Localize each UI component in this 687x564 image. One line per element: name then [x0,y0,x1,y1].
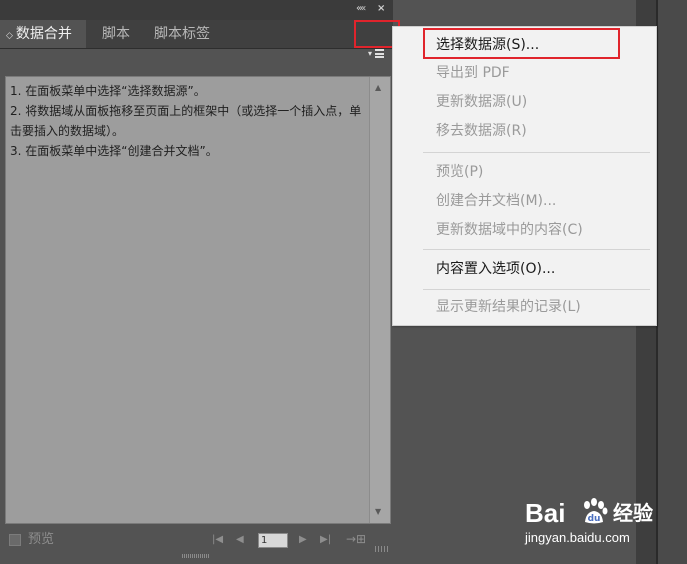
svg-text:du: du [588,514,601,524]
panel-menu-button[interactable]: ▾ [367,47,385,61]
highlight-annotation [423,28,620,59]
menu-separator [423,152,650,153]
tab-script-label[interactable]: 脚本标签 [146,20,218,48]
baidu-paw-icon: du [584,498,608,524]
preview-checkbox[interactable] [9,534,21,546]
menu-item-show-update-log[interactable]: 显示更新结果的记录(L) [436,295,581,319]
background-stripe [658,0,687,564]
panel-flyout-menu: 选择数据源(S)... 导出到 PDF 更新数据源(U) 移去数据源(R) 预览… [392,26,657,326]
menu-item-preview[interactable]: 预览(P) [436,160,483,184]
menu-item-update-data-source[interactable]: 更新数据源(U) [436,90,527,114]
panel-status-bar: 预览 |◀ ◀ 1 ▶ ▶| →⊞ [0,528,393,554]
menu-item-create-merged-document[interactable]: 创建合并文档(M)... [436,189,556,213]
instructions-text: 1. 在面板菜单中选择“选择数据源”。 2. 将数据域从面板拖移至页面上的框架中… [10,81,364,161]
watermark-brand-suffix: 经验 [613,501,653,525]
create-merged-document-icon[interactable]: →⊞ [346,532,366,546]
previous-record-icon[interactable]: ◀ [236,533,244,547]
tab-options-icon: ◇ [6,31,13,41]
watermark-url: jingyan.baidu.com [525,530,630,545]
panel-tab-bar: ◇ 数据合并 脚本 脚本标签 ▾ [0,20,393,58]
first-record-icon[interactable]: |◀ [212,533,223,547]
close-icon[interactable]: × [377,3,385,15]
next-record-icon[interactable]: ▶ [299,533,307,547]
collapse-icon[interactable]: «« [356,3,366,15]
menu-separator [423,249,650,250]
menu-item-remove-data-source[interactable]: 移去数据源(R) [436,119,527,143]
tab-label: 数据合并 [15,26,72,42]
panel-title-bar: «« × [0,0,393,20]
menu-item-export-pdf[interactable]: 导出到 PDF [436,61,510,85]
tab-label: 脚本 [102,26,130,42]
data-merge-panel: «« × ◇ 数据合并 脚本 脚本标签 ▾ 1. 在面板菜单中选择“选择数据源”。… [0,0,393,564]
resize-grip-icon[interactable] [375,546,389,552]
dropdown-arrow-icon: ▾ [368,49,373,58]
tab-label: 脚本标签 [154,26,210,42]
instruction-line: 1. 在面板菜单中选择“选择数据源”。 [10,84,206,98]
app-frame: «« × ◇ 数据合并 脚本 脚本标签 ▾ 1. 在面板菜单中选择“选择数据源”。… [0,0,687,564]
menu-item-content-placement-options[interactable]: 内容置入选项(O)... [436,257,555,281]
tab-data-merge[interactable]: ◇ 数据合并 [0,20,86,48]
baidu-watermark: Bai du 经验 jingyan.baidu.com [525,494,665,554]
vertical-scrollbar[interactable]: ▲ ▼ [369,77,390,523]
record-number-field[interactable]: 1 [258,533,288,548]
instruction-line: 2. 将数据域从面板拖移至页面上的框架中（或选择一个插入点，单击要插入的数据域）… [10,104,362,138]
scroll-down-icon[interactable]: ▼ [375,507,381,517]
menu-separator [423,289,650,290]
instructions-area: 1. 在面板菜单中选择“选择数据源”。 2. 将数据域从面板拖移至页面上的框架中… [5,76,391,524]
last-record-icon[interactable]: ▶| [320,533,331,547]
preview-label: 预览 [28,532,55,547]
panel-drag-handle[interactable] [182,554,210,558]
watermark-brand: Bai [525,498,566,528]
tab-script[interactable]: 脚本 [94,20,138,48]
menu-lines-icon [375,49,384,58]
menu-item-update-content[interactable]: 更新数据域中的内容(C) [436,218,583,242]
instruction-line: 3. 在面板菜单中选择“创建合并文档”。 [10,144,218,158]
scroll-up-icon[interactable]: ▲ [375,83,381,93]
